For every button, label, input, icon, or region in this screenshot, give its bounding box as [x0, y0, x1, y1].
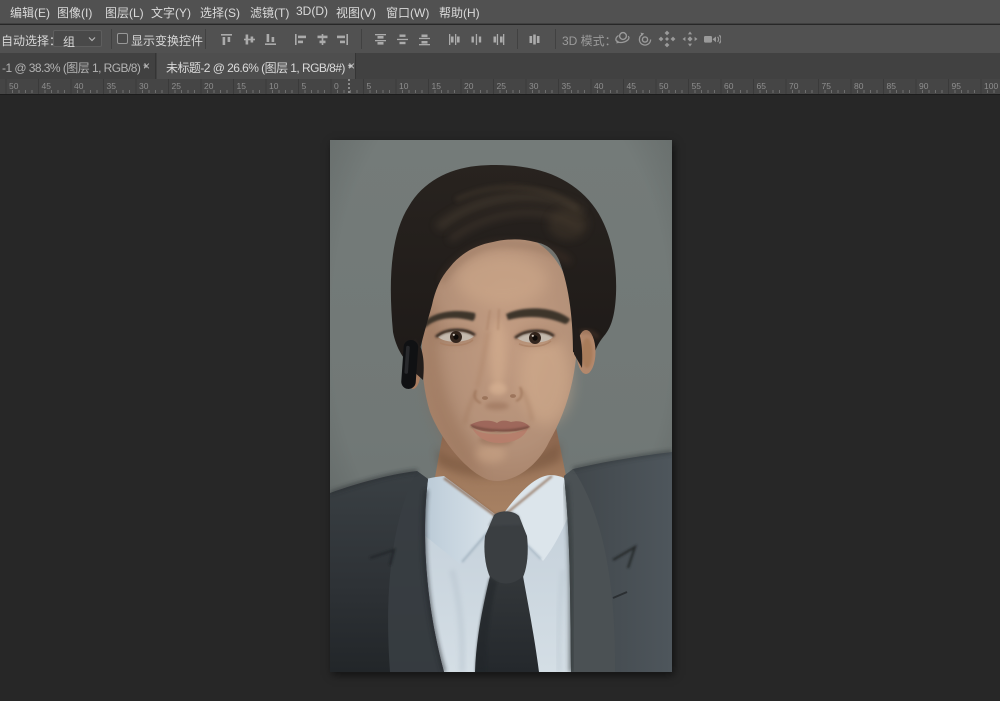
svg-text:35: 35	[562, 81, 572, 91]
svg-text:45: 45	[627, 81, 637, 91]
svg-text:20: 20	[464, 81, 474, 91]
svg-text:10: 10	[399, 81, 409, 91]
svg-text:65: 65	[757, 81, 767, 91]
svg-text:80: 80	[854, 81, 864, 91]
svg-text:100: 100	[984, 81, 998, 91]
svg-text:10: 10	[269, 81, 279, 91]
svg-text:40: 40	[74, 81, 84, 91]
svg-text:30: 30	[529, 81, 539, 91]
svg-text:50: 50	[659, 81, 669, 91]
svg-text:0: 0	[334, 81, 339, 91]
svg-text:55: 55	[692, 81, 702, 91]
svg-text:15: 15	[237, 81, 247, 91]
svg-text:20: 20	[204, 81, 214, 91]
svg-text:25: 25	[497, 81, 507, 91]
svg-text:25: 25	[172, 81, 182, 91]
svg-text:30: 30	[139, 81, 149, 91]
svg-text:50: 50	[9, 81, 19, 91]
svg-text:95: 95	[952, 81, 962, 91]
svg-text:60: 60	[724, 81, 734, 91]
svg-text:35: 35	[107, 81, 117, 91]
svg-text:15: 15	[432, 81, 442, 91]
svg-text:70: 70	[789, 81, 799, 91]
svg-text:5: 5	[302, 81, 307, 91]
svg-text:75: 75	[822, 81, 832, 91]
svg-text:5: 5	[367, 81, 372, 91]
svg-text:90: 90	[919, 81, 929, 91]
svg-text:45: 45	[42, 81, 52, 91]
svg-text:85: 85	[887, 81, 897, 91]
svg-text:40: 40	[594, 81, 604, 91]
